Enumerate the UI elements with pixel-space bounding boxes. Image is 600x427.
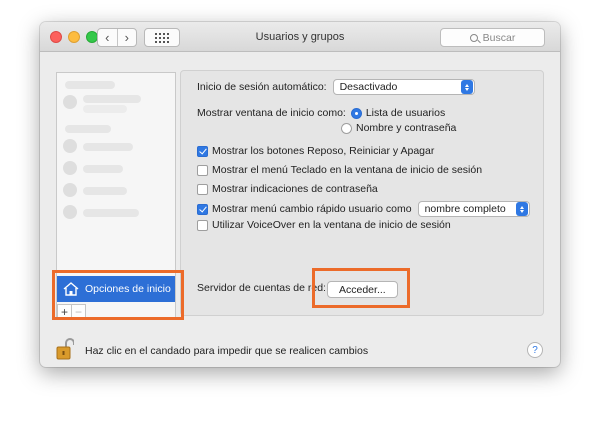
checkbox-fast-switch-label[interactable]: Mostrar menú cambio rápido usuario como [212,203,412,215]
blurred-section [65,125,111,133]
checkbox-row: Utilizar VoiceOver en la ventana de inic… [197,219,451,231]
auto-login-popup[interactable]: Desactivado [332,79,475,95]
highlight-box-sidebar [52,270,184,320]
preferences-window: ‹ › Usuarios y grupos Buscar Opciones de… [40,22,560,367]
network-server-row: Servidor de cuentas de red: [197,282,326,294]
lock-hint-text: Haz clic en el candado para impedir que … [85,345,369,357]
network-server-label: Servidor de cuentas de red: [197,282,326,294]
show-window-row: Mostrar ventana de inicio como: Lista de… [197,107,445,119]
auto-login-row: Inicio de sesión automático: Desactivado [197,79,475,95]
auto-login-value: Desactivado [339,81,398,93]
blurred-header [65,81,115,89]
search-placeholder: Buscar [482,31,516,44]
show-window-label: Mostrar ventana de inicio como: [197,107,346,119]
popup-arrows-icon [515,202,528,216]
blurred-avatar [63,161,77,175]
checkbox-row: Mostrar indicaciones de contraseña [197,183,378,195]
checkbox-voiceover-label[interactable]: Utilizar VoiceOver en la ventana de inic… [212,219,451,231]
blurred-avatar [63,205,77,219]
fast-switch-value: nombre completo [424,203,506,215]
blurred-avatar [63,139,77,153]
blurred-user-name [83,187,127,195]
blurred-avatar [63,183,77,197]
checkbox-keyboard-menu-label[interactable]: Mostrar el menú Teclado en la ventana de… [212,164,482,176]
search-field[interactable]: Buscar [440,28,545,47]
auto-login-label: Inicio de sesión automático: [197,81,327,93]
checkbox-keyboard-menu[interactable] [197,164,208,176]
checkbox-row: Mostrar los botones Reposo, Reiniciar y … [197,145,434,157]
checkbox-show-buttons-label[interactable]: Mostrar los botones Reposo, Reiniciar y … [212,145,434,157]
checkbox-voiceover[interactable] [197,219,208,231]
checkbox-row: Mostrar el menú Teclado en la ventana de… [197,164,482,176]
blurred-avatar [63,95,77,109]
radio-name-password-label[interactable]: Nombre y contraseña [356,122,456,134]
footer: Haz clic en el candado para impedir que … [40,332,560,366]
checkbox-password-hints[interactable] [197,183,208,195]
radio-name-row: Nombre y contraseña [341,122,456,134]
radio-user-list[interactable] [350,107,362,119]
lock-icon[interactable] [56,338,74,360]
popup-arrows-icon [460,80,473,94]
radio-name-password[interactable] [341,122,352,134]
highlight-box-join-button [312,268,410,308]
blurred-user-name [83,95,141,103]
checkbox-password-hints-label[interactable]: Mostrar indicaciones de contraseña [212,183,378,195]
fast-switch-popup[interactable]: nombre completo [417,201,530,217]
radio-user-list-label[interactable]: Lista de usuarios [366,107,445,119]
title-bar: ‹ › Usuarios y grupos Buscar [40,22,560,52]
search-icon [469,33,478,42]
checkbox-fast-switch[interactable] [197,203,208,215]
blurred-user-name [83,165,123,173]
help-button[interactable]: ? [527,342,543,358]
blurred-user-name [83,143,133,151]
checkbox-row: Mostrar menú cambio rápido usuario como … [197,201,530,217]
blurred-user-role [83,105,127,113]
blurred-user-name [83,209,139,217]
checkbox-show-buttons[interactable] [197,145,208,157]
